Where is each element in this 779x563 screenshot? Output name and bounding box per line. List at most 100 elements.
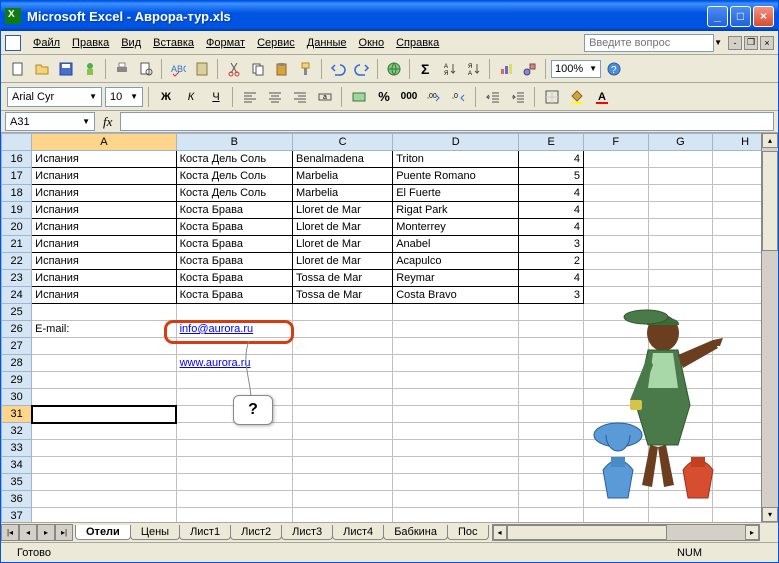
cell[interactable] xyxy=(176,304,292,321)
select-all-button[interactable] xyxy=(2,134,32,151)
menu-insert[interactable]: Вставка xyxy=(147,35,200,51)
inner-close-button[interactable]: × xyxy=(760,36,774,50)
row-header[interactable]: 18 xyxy=(2,185,32,202)
tab-next-button[interactable]: ▸ xyxy=(37,524,55,541)
cell[interactable]: 4 xyxy=(519,270,584,287)
borders-button[interactable] xyxy=(541,86,563,108)
sort-asc-button[interactable]: АЯ xyxy=(439,58,461,80)
cell[interactable]: Rigat Park xyxy=(393,202,519,219)
cell[interactable] xyxy=(32,423,176,440)
cell[interactable]: 2 xyxy=(519,253,584,270)
cell[interactable] xyxy=(393,423,519,440)
currency-button[interactable] xyxy=(348,86,370,108)
tab-last-button[interactable]: ▸| xyxy=(55,524,73,541)
cell[interactable]: Коста Дель Соль xyxy=(176,185,292,202)
cell[interactable] xyxy=(648,236,713,253)
cell[interactable] xyxy=(393,491,519,508)
cell[interactable]: Коста Брава xyxy=(176,270,292,287)
cell[interactable]: Lloret de Mar xyxy=(292,202,392,219)
cell[interactable] xyxy=(176,423,292,440)
row-header[interactable]: 33 xyxy=(2,440,32,457)
row-header[interactable]: 27 xyxy=(2,338,32,355)
research-button[interactable] xyxy=(191,58,213,80)
cell[interactable] xyxy=(176,338,292,355)
row-header[interactable]: 34 xyxy=(2,457,32,474)
close-button[interactable]: × xyxy=(753,6,774,27)
font-combo[interactable]: Arial Cyr▼ xyxy=(7,87,102,107)
open-button[interactable] xyxy=(31,58,53,80)
cell[interactable]: Коста Брава xyxy=(176,253,292,270)
row-header[interactable]: 16 xyxy=(2,151,32,168)
menu-view[interactable]: Вид xyxy=(115,35,147,51)
cell[interactable] xyxy=(648,270,713,287)
cell[interactable]: 4 xyxy=(519,185,584,202)
cell[interactable]: 4 xyxy=(519,151,584,168)
cell[interactable] xyxy=(519,389,584,406)
new-button[interactable] xyxy=(7,58,29,80)
vertical-scrollbar[interactable]: ▴ ▾ xyxy=(761,133,778,522)
cell[interactable] xyxy=(292,423,392,440)
cell[interactable]: Испания xyxy=(32,270,176,287)
cell[interactable] xyxy=(292,457,392,474)
print-preview-button[interactable] xyxy=(135,58,157,80)
hyperlink-button[interactable] xyxy=(383,58,405,80)
cell[interactable]: Испания xyxy=(32,185,176,202)
cell[interactable] xyxy=(176,372,292,389)
cell[interactable]: Коста Дель Соль xyxy=(176,168,292,185)
cell[interactable] xyxy=(648,168,713,185)
scroll-up-button[interactable]: ▴ xyxy=(762,133,778,148)
cell[interactable] xyxy=(393,508,519,523)
spelling-button[interactable]: ABC xyxy=(167,58,189,80)
increase-indent-button[interactable] xyxy=(507,86,529,108)
merge-center-button[interactable]: a xyxy=(314,86,336,108)
cell[interactable] xyxy=(393,389,519,406)
cell[interactable] xyxy=(648,219,713,236)
cut-button[interactable] xyxy=(223,58,245,80)
cell[interactable] xyxy=(519,440,584,457)
sum-button[interactable]: Σ xyxy=(415,58,437,80)
cell[interactable] xyxy=(519,321,584,338)
cell[interactable] xyxy=(393,474,519,491)
cell[interactable]: Испания xyxy=(32,236,176,253)
cell[interactable] xyxy=(292,491,392,508)
tab-first-button[interactable]: |◂ xyxy=(1,524,19,541)
inner-minimize-button[interactable]: - xyxy=(728,36,742,50)
cell[interactable]: Anabel xyxy=(393,236,519,253)
cell[interactable]: Коста Брава xyxy=(176,202,292,219)
name-box[interactable]: A31▼ xyxy=(5,112,95,131)
horizontal-scrollbar[interactable]: ◂ ▸ xyxy=(492,524,760,541)
cell[interactable]: Monterrey xyxy=(393,219,519,236)
cell[interactable]: Tossa de Mar xyxy=(292,270,392,287)
zoom-combo[interactable]: 100%▼ xyxy=(551,60,601,78)
col-header-D[interactable]: D xyxy=(393,134,519,151)
font-color-button[interactable]: A xyxy=(591,86,613,108)
cell[interactable] xyxy=(32,355,176,372)
cell[interactable] xyxy=(393,406,519,423)
cell[interactable] xyxy=(292,372,392,389)
cell[interactable] xyxy=(583,202,648,219)
cell[interactable]: Lloret de Mar xyxy=(292,236,392,253)
row-header[interactable]: 30 xyxy=(2,389,32,406)
cell[interactable]: www.aurora.ru xyxy=(176,355,292,372)
sheet-tab[interactable]: Бабкина xyxy=(383,525,448,540)
cell[interactable]: Triton xyxy=(393,151,519,168)
col-header-F[interactable]: F xyxy=(583,134,648,151)
cell[interactable] xyxy=(393,338,519,355)
cell[interactable] xyxy=(176,440,292,457)
row-header[interactable]: 26 xyxy=(2,321,32,338)
col-header-G[interactable]: G xyxy=(648,134,713,151)
cell[interactable] xyxy=(648,253,713,270)
cell[interactable] xyxy=(32,338,176,355)
cell[interactable]: Испания xyxy=(32,151,176,168)
cell[interactable]: Costa Bravo xyxy=(393,287,519,304)
cell[interactable] xyxy=(519,304,584,321)
cell[interactable] xyxy=(519,355,584,372)
sheet-tab[interactable]: Лист2 xyxy=(230,525,282,540)
row-header[interactable]: 35 xyxy=(2,474,32,491)
cell[interactable] xyxy=(292,304,392,321)
cell[interactable] xyxy=(32,304,176,321)
menu-edit[interactable]: Правка xyxy=(66,35,115,51)
cell[interactable] xyxy=(583,253,648,270)
italic-button[interactable]: К xyxy=(180,86,202,108)
format-painter-button[interactable] xyxy=(295,58,317,80)
